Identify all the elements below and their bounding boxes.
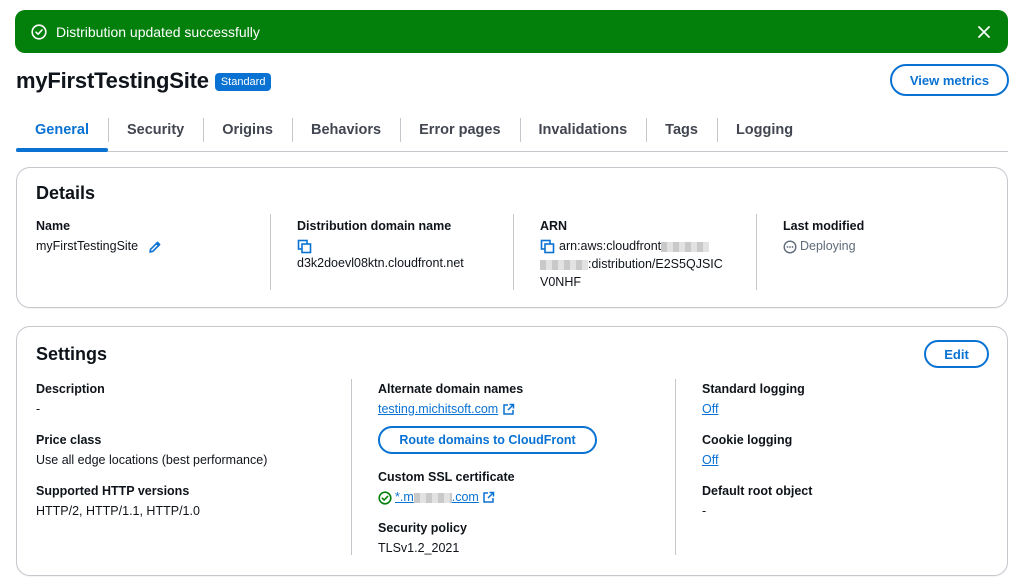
alternate-domain-link[interactable]: testing.michitsoft.com <box>378 402 498 416</box>
tab-origins[interactable]: Origins <box>203 115 292 145</box>
external-link-icon[interactable] <box>502 403 515 416</box>
tab-error-pages[interactable]: Error pages <box>400 115 519 145</box>
settings-column-2: Alternate domain names testing.michitsof… <box>378 381 658 557</box>
standard-logging-label: Standard logging <box>702 382 805 396</box>
divider <box>270 214 271 290</box>
divider <box>756 214 757 290</box>
default-root-label: Default root object <box>702 484 813 498</box>
arn-field: ARN arn:aws:cloudfront :distribution/E2S… <box>540 218 740 291</box>
redacted-domain <box>413 492 452 503</box>
redacted-account-id <box>661 241 710 252</box>
divider <box>513 214 514 290</box>
default-root-value: - <box>702 504 707 518</box>
settings-panel: Settings Edit Description - Price class … <box>16 326 1008 576</box>
arn-value-prefix: arn:aws:cloudfront <box>559 239 662 253</box>
last-modified-value: Deploying <box>800 239 856 253</box>
security-policy-label: Security policy <box>378 521 467 535</box>
check-circle-icon <box>378 491 392 505</box>
divider <box>351 379 352 555</box>
last-modified-field: Last modified Deploying <box>783 218 983 255</box>
success-flash-banner: Distribution updated successfully <box>15 10 1008 53</box>
cookie-logging-label: Cookie logging <box>702 433 793 447</box>
description-value: - <box>36 402 41 416</box>
domain-field: Distribution domain name d3k2doevl08ktn.… <box>297 218 517 272</box>
details-heading: Details <box>36 183 96 203</box>
external-link-icon[interactable] <box>482 491 495 504</box>
tab-security[interactable]: Security <box>108 115 203 145</box>
tab-general[interactable]: General <box>16 115 108 152</box>
domain-label: Distribution domain name <box>297 219 452 233</box>
http-versions-value: HTTP/2, HTTP/1.1, HTTP/1.0 <box>36 504 200 518</box>
details-panel: Details Name myFirstTestingSite Distribu… <box>16 167 1008 308</box>
page-title: myFirstTestingSite <box>16 68 209 93</box>
http-versions-label: Supported HTTP versions <box>36 484 190 498</box>
copy-icon[interactable] <box>297 239 312 254</box>
arn-value-end: V0NHF <box>540 275 581 289</box>
tab-bar: General Security Origins Behaviors Error… <box>16 115 1008 152</box>
settings-heading: Settings <box>36 344 108 364</box>
name-label: Name <box>36 219 71 233</box>
route-domains-button[interactable]: Route domains to CloudFront <box>378 426 597 454</box>
ssl-cert-value-prefix: *.m <box>395 490 414 504</box>
check-circle-icon <box>31 23 47 40</box>
domain-value: d3k2doevl08ktn.cloudfront.net <box>297 256 464 270</box>
last-modified-label: Last modified <box>783 219 865 233</box>
standard-logging-link[interactable]: Off <box>702 402 718 416</box>
standard-badge: Standard <box>214 73 272 91</box>
flash-message: Distribution updated successfully <box>56 23 260 40</box>
in-progress-icon <box>783 240 797 254</box>
security-policy-value: TLSv1.2_2021 <box>378 541 460 555</box>
description-label: Description <box>36 382 105 396</box>
ssl-cert-link[interactable]: *.m .com <box>395 490 479 504</box>
arn-value-suffix: :distribution/E2S5QJSIC <box>588 257 723 271</box>
alternate-domains-label: Alternate domain names <box>378 382 524 396</box>
arn-label: ARN <box>540 219 568 233</box>
ssl-cert-value-suffix: .com <box>451 490 479 504</box>
tab-invalidations[interactable]: Invalidations <box>519 115 647 145</box>
divider <box>675 379 676 555</box>
price-class-label: Price class <box>36 433 102 447</box>
cookie-logging-link[interactable]: Off <box>702 453 718 467</box>
ssl-cert-label: Custom SSL certificate <box>378 470 515 484</box>
name-field: Name myFirstTestingSite <box>36 218 266 255</box>
tab-behaviors[interactable]: Behaviors <box>292 115 400 145</box>
edit-pencil-icon[interactable] <box>148 240 162 254</box>
price-class-value: Use all edge locations (best performance… <box>36 453 268 467</box>
close-icon[interactable] <box>976 24 992 40</box>
edit-button[interactable]: Edit <box>924 340 989 368</box>
copy-icon[interactable] <box>540 239 555 254</box>
view-metrics-button[interactable]: View metrics <box>890 64 1009 96</box>
redacted-account-id <box>540 259 588 270</box>
tab-tags[interactable]: Tags <box>646 115 717 145</box>
page-header: myFirstTestingSite Standard View metrics <box>16 64 1009 96</box>
settings-column-3: Standard logging Off Cookie logging Off … <box>702 381 982 520</box>
settings-column-1: Description - Price class Use all edge l… <box>36 381 336 520</box>
name-value: myFirstTestingSite <box>36 239 139 253</box>
tab-logging[interactable]: Logging <box>716 115 812 145</box>
